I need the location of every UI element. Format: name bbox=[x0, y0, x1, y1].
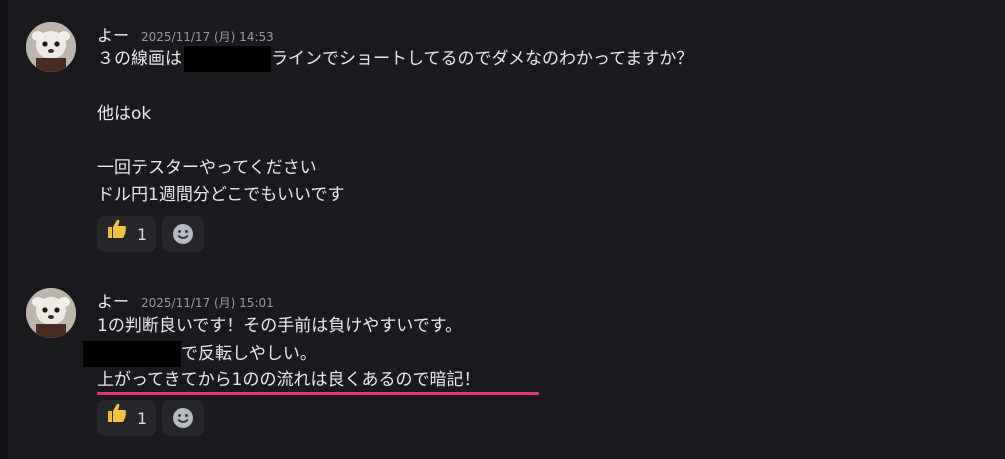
message: よー 2025/11/17 (月) 15:01 1の判断良いです！その手前は負け… bbox=[0, 0, 1005, 459]
thumbs-up-icon bbox=[105, 400, 129, 436]
add-reaction-button[interactable] bbox=[162, 400, 205, 436]
chat-view: よー 2025/11/17 (月) 14:53 ３の線画は ラインでショートしてる… bbox=[0, 0, 1005, 459]
message-text: 上がってきてから1のの流れは良くあるので暗記！ bbox=[97, 370, 481, 390]
message-line: 上がってきてから1のの流れは良くあるので暗記！ bbox=[97, 368, 480, 392]
reaction-bar: 1 bbox=[97, 400, 205, 436]
message-line: で反転しやしい。 bbox=[83, 341, 317, 367]
highlight-underline bbox=[97, 392, 539, 395]
thumbs-up-reaction[interactable]: 1 bbox=[97, 400, 157, 436]
message-text: 1の判断良いです！その手前は負けやすいです。 bbox=[97, 316, 463, 336]
avatar[interactable] bbox=[26, 288, 76, 338]
message-text: で反転しやしい。 bbox=[181, 344, 317, 364]
smiley-face-icon bbox=[173, 408, 194, 428]
redaction-box bbox=[83, 341, 181, 367]
username[interactable]: よー bbox=[97, 288, 129, 312]
reaction-count: 1 bbox=[137, 408, 148, 428]
timestamp: 2025/11/17 (月) 15:01 bbox=[141, 296, 274, 310]
avatar-image bbox=[26, 288, 76, 338]
message-header: よー 2025/11/17 (月) 15:01 bbox=[97, 288, 274, 312]
message-line: 1の判断良いです！その手前は負けやすいです。 bbox=[97, 314, 462, 338]
